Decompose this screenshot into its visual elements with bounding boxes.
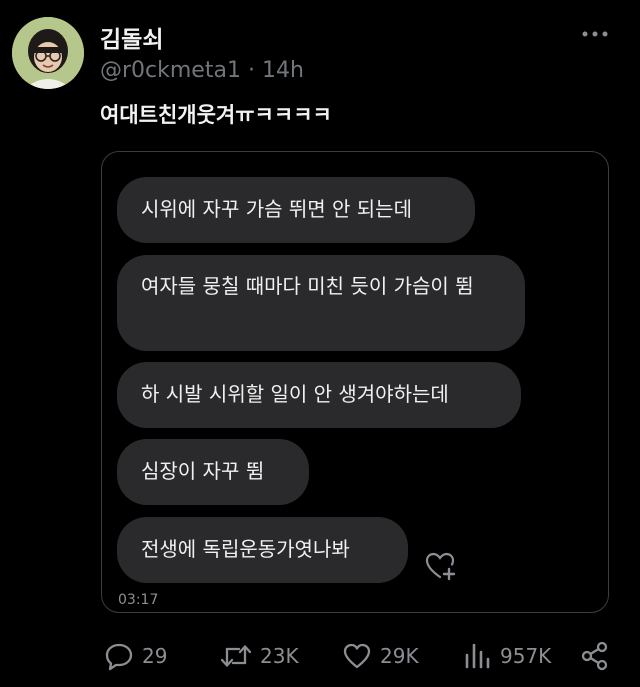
- reply-button[interactable]: 29: [104, 636, 167, 676]
- tweet-age[interactable]: 14h: [262, 58, 304, 83]
- views-count: 957K: [500, 644, 552, 668]
- more-icon[interactable]: [580, 22, 610, 46]
- media-screenshot[interactable]: 시위에 자꾸 가슴 뛰면 안 되는데 여자들 뭉칠 때마다 미친 듯이 가슴이 …: [101, 151, 609, 613]
- message-bubble: 심장이 자꾸 뜀: [117, 439, 309, 505]
- like-button[interactable]: 29K: [342, 636, 419, 676]
- message-bubble: 하 시발 시위할 일이 안 생겨야하는데: [117, 362, 521, 428]
- message-bubble: 여자들 뭉칠 때마다 미친 듯이 가슴이 뜀: [117, 255, 525, 351]
- separator: ·: [247, 58, 255, 83]
- handle-row: @r0ckmeta1 · 14h: [100, 58, 304, 83]
- message-bubble: 전생에 독립운동가엿나봐: [117, 517, 408, 583]
- message-timestamp: 03:17: [118, 592, 159, 608]
- heart-icon: [342, 641, 372, 671]
- tweet-text: 여대트친개웃겨ㅠㅋㅋㅋㅋ: [100, 103, 332, 127]
- share-icon: [580, 641, 610, 671]
- like-count: 29K: [380, 644, 419, 668]
- handle[interactable]: @r0ckmeta1: [100, 58, 241, 83]
- add-reaction-icon: [424, 550, 458, 582]
- display-name[interactable]: 김돌쇠: [100, 20, 163, 54]
- avatar[interactable]: [12, 17, 84, 89]
- share-button[interactable]: [580, 636, 610, 676]
- retweet-count: 23K: [260, 644, 299, 668]
- reply-icon: [104, 641, 134, 671]
- action-bar: 29 23K 29K 957K: [0, 636, 640, 676]
- reply-count: 29: [142, 644, 168, 668]
- views-button[interactable]: 957K: [462, 636, 551, 676]
- retweet-icon: [220, 641, 252, 671]
- message-bubble: 시위에 자꾸 가슴 뛰면 안 되는데: [117, 177, 475, 243]
- retweet-button[interactable]: 23K: [220, 636, 299, 676]
- views-icon: [462, 641, 492, 671]
